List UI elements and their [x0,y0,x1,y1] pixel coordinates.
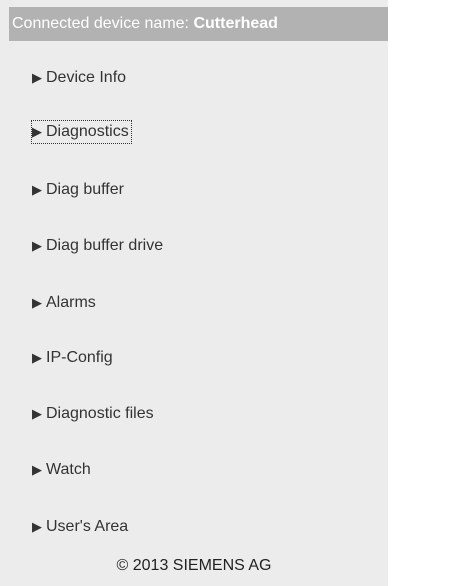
nav-item-users-area[interactable]: ▶ User's Area [32,516,128,538]
navigation-panel: Connected device name: Cutterhead ▶ Devic… [0,0,388,586]
header-prefix: Connected device name: [12,15,189,32]
nav-item-label: Alarms [46,294,96,311]
nav-item-diag-buffer-drive[interactable]: ▶ Diag buffer drive [32,235,163,257]
triangle-right-icon: ▶ [32,295,42,310]
triangle-right-icon: ▶ [32,406,42,421]
nav-item-watch[interactable]: ▶ Watch [32,459,91,481]
nav-item-label: Diag buffer drive [46,237,164,254]
nav-item-label: Diag buffer [46,181,124,198]
nav-item-label: Diagnostics [46,123,129,140]
nav-item-label: Watch [46,461,91,478]
nav-item-alarms[interactable]: ▶ Alarms [32,292,96,314]
triangle-right-icon: ▶ [32,182,42,197]
nav-item-label: User's Area [46,518,129,535]
nav-item-label: Diagnostic files [46,405,154,422]
nav-item-device-info[interactable]: ▶ Device Info [32,67,126,89]
triangle-right-icon: ▶ [32,124,42,139]
nav-item-diagnostics[interactable]: ▶ Diagnostics [31,120,132,144]
triangle-right-icon: ▶ [32,350,42,365]
triangle-right-icon: ▶ [32,238,42,253]
nav-item-label: Device Info [46,69,127,86]
triangle-right-icon: ▶ [32,70,42,85]
nav-item-label: IP-Config [46,349,113,366]
triangle-right-icon: ▶ [32,462,42,477]
triangle-right-icon: ▶ [32,519,42,534]
nav-item-diag-buffer[interactable]: ▶ Diag buffer [32,179,124,201]
device-name: Cutterhead [193,15,278,32]
connected-device-header: Connected device name: Cutterhead [9,7,388,41]
nav-item-ip-config[interactable]: ▶ IP-Config [32,347,113,369]
copyright-footer: © 2013 SIEMENS AG [116,557,272,574]
nav-item-diagnostic-files[interactable]: ▶ Diagnostic files [32,403,154,425]
